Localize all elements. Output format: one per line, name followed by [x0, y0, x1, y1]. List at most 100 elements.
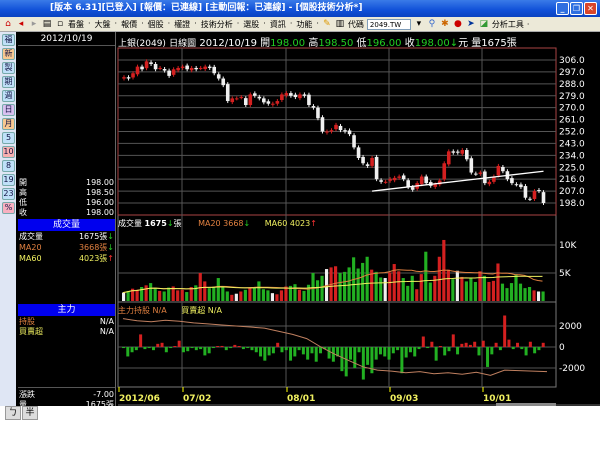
back-icon[interactable]: ◂ — [16, 19, 26, 29]
netbuy-bar — [263, 347, 267, 361]
candle-body — [401, 175, 406, 180]
candle-body — [194, 67, 198, 70]
pointer-icon[interactable]: ➤ — [466, 19, 476, 29]
volume-bar — [410, 275, 414, 301]
netbuy-bar — [533, 347, 537, 354]
notepad-icon[interactable]: ▥ — [335, 19, 345, 29]
dropdown-icon[interactable]: ▾ — [414, 19, 424, 29]
menu-dropdown-icon[interactable]: · — [237, 19, 240, 30]
menu-1[interactable]: 大盤 — [95, 19, 111, 30]
volume-row: 成交量 1675張↓ — [19, 232, 114, 242]
netbuy-bar — [520, 347, 524, 350]
netbuy-bar — [151, 347, 155, 351]
candle-body — [189, 67, 194, 71]
minimize-button[interactable]: _ — [556, 2, 569, 15]
page-icon[interactable]: ▫ — [55, 19, 65, 29]
high-label: 高 — [308, 38, 319, 49]
menu-5[interactable]: 技術分析 — [201, 19, 233, 30]
menu-dropdown-icon[interactable]: · — [316, 19, 319, 30]
netbuy-bar — [400, 347, 404, 374]
netbuy-bar — [267, 347, 271, 356]
ohlc-label: 高 — [19, 188, 27, 197]
menu-8[interactable]: 功能 — [296, 19, 312, 30]
netbuy-bar — [211, 347, 215, 349]
sidebar-button-2[interactable]: 製 — [2, 62, 15, 74]
menu-4[interactable]: 權證 — [174, 19, 190, 30]
netbuy-bar — [186, 347, 190, 352]
candle-body — [487, 181, 492, 185]
candle-body — [496, 165, 501, 176]
candle-body — [225, 84, 230, 102]
menu-dropdown-icon[interactable]: · — [88, 19, 91, 30]
tools-icon[interactable]: ✱ — [440, 19, 450, 29]
arrow-icon: ↑ — [107, 254, 114, 263]
analysis-icon[interactable]: ◪ — [479, 19, 489, 29]
menu-0[interactable]: 看盤 — [68, 19, 84, 30]
menu-3[interactable]: 個股 — [148, 19, 164, 30]
sidebar-button-9[interactable]: 8 — [2, 160, 15, 172]
sidebar-button-7[interactable]: 5 — [2, 132, 15, 144]
netbuy-bar — [310, 347, 314, 354]
volume-bar — [212, 286, 216, 301]
down-arrow-icon: ↓ — [166, 219, 174, 228]
chart-area[interactable]: 306.0 297.0 288.0 279.0 270.0 261.0 252.0 243.0… — [116, 32, 600, 406]
restore-button[interactable]: ❐ — [570, 2, 583, 15]
volume-bar — [207, 288, 211, 301]
sidebar-button-8[interactable]: 10 — [2, 146, 15, 158]
netbuy-bar — [147, 347, 151, 349]
pencil-icon[interactable]: ✎ — [322, 19, 332, 29]
volume-row-value: 3668張 — [78, 243, 108, 252]
sidebar-button-1[interactable]: 新 — [2, 48, 15, 60]
forward-icon[interactable]: ▸ — [29, 19, 39, 29]
menu-6[interactable]: 選股 — [243, 19, 259, 30]
volume-bar — [216, 278, 220, 301]
toolbar: ⌂ ◂ ▸ ▤ ▫ 看盤 · 大盤 · 報價 · 個股 · 權證 · 技術分析 · 選股 · 資訊 · 功能 · … — [0, 17, 600, 32]
netbuy-bar — [396, 347, 400, 351]
volume-bar — [293, 284, 297, 301]
scrollbar-thumb[interactable] — [496, 403, 556, 406]
sidebar-button-6[interactable]: 月 — [2, 118, 15, 130]
menu-2[interactable]: 報價 — [121, 19, 137, 30]
candle-body — [424, 176, 429, 184]
halfwidth-tab[interactable]: 半 — [22, 406, 38, 420]
analysis-tools-menu[interactable]: 分析工具 — [492, 19, 524, 30]
volume-bar — [194, 285, 198, 301]
code-input[interactable]: 2049.TW — [366, 18, 411, 30]
print-icon[interactable]: ▤ — [42, 19, 52, 29]
sidebar-button-11[interactable]: 23 — [2, 188, 15, 200]
volume-bar — [306, 284, 311, 301]
netbuy-bar — [143, 347, 147, 350]
sidebar-button-5[interactable]: 日 — [2, 104, 15, 116]
menu-dropdown-icon[interactable]: · — [263, 19, 266, 30]
netbuy-bar — [426, 347, 430, 349]
menu-dropdown-icon[interactable]: · — [168, 19, 171, 30]
bopomofo-tab[interactable]: ㄅ — [5, 406, 21, 420]
sidebar-button-0[interactable]: 福 — [2, 34, 15, 46]
netbuy-bar — [413, 347, 417, 357]
search-icon[interactable]: ⚲ — [427, 19, 437, 29]
sidebar-button-12[interactable]: % — [2, 202, 15, 214]
volume-bar — [505, 288, 509, 301]
close-button[interactable]: ✕ — [584, 2, 597, 15]
price-tick-label: 252.0 — [559, 128, 585, 138]
menu-dropdown-icon[interactable]: · — [115, 19, 118, 30]
sidebar-button-4[interactable]: 週 — [2, 90, 15, 102]
netbuy-bar — [126, 347, 130, 357]
candle-body — [528, 198, 532, 200]
chart-header: 上銀(2049) 日線圖 2012/10/19 開198.00 高198.50 … — [118, 34, 517, 49]
close-label: 收 — [404, 38, 415, 49]
menu-dropdown-icon[interactable]: · — [141, 19, 144, 30]
menu-7[interactable]: 資訊 — [270, 19, 286, 30]
menu-dropdown-icon[interactable]: · — [194, 19, 197, 30]
vol-value: 1675張 — [85, 400, 114, 409]
alert-icon[interactable]: ● — [453, 19, 463, 29]
home-icon[interactable]: ⌂ — [3, 19, 13, 29]
mainforce-tick-label: 0 — [559, 343, 565, 353]
netbuy-bar — [404, 347, 408, 358]
sidebar-button-3[interactable]: 期 — [2, 76, 15, 88]
candle-body — [126, 77, 131, 79]
sidebar-button-10[interactable]: 19 — [2, 174, 15, 186]
netbuy-bar — [207, 347, 211, 354]
candle-body — [289, 93, 293, 96]
menu-dropdown-icon[interactable]: · — [290, 19, 293, 30]
